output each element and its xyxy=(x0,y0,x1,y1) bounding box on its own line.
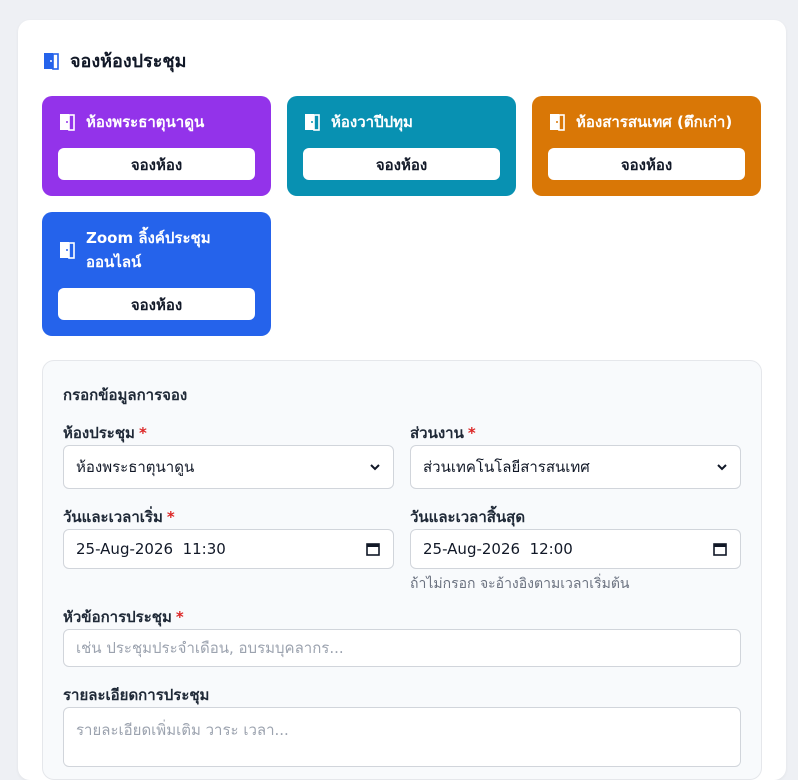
book-room-button[interactable]: จองห้อง xyxy=(548,148,745,180)
room-name: ห้องสารสนเทศ (ตึกเก่า) xyxy=(576,113,733,131)
book-room-button[interactable]: จองห้อง xyxy=(58,288,255,320)
room-name: ห้องวาปีปทุม xyxy=(331,113,413,131)
end-datetime-hint: ถ้าไม่กรอก จะอ้างอิงตามเวลาเริ่มต้น xyxy=(410,576,630,592)
booking-form: กรอกข้อมูลการจอง ห้องประชุม * ห้องพระธาตุ… xyxy=(42,360,762,780)
start-datetime-input[interactable]: 25-Aug-2026 11:30 xyxy=(63,529,394,569)
start-datetime-label: วันและเวลาเริ่ม * xyxy=(63,508,175,526)
door-icon xyxy=(60,114,75,131)
page-title-text: จองห้องประชุม xyxy=(70,51,187,72)
room-name-line1: Zoom ลิ้งค์ประชุม xyxy=(86,229,211,247)
topic-label: หัวข้อการประชุม * xyxy=(63,608,184,626)
door-icon xyxy=(550,114,565,131)
book-room-button[interactable]: จองห้อง xyxy=(303,148,500,180)
topic-input[interactable]: เช่น ประชุมประจำเดือน, อบรมบุคลากร... xyxy=(63,629,741,667)
details-textarea[interactable]: รายละเอียดเพิ่มเติม วาระ เวลา... xyxy=(63,707,741,767)
room-name: ห้องพระธาตุนาดูน xyxy=(86,113,205,131)
form-title: กรอกข้อมูลการจอง xyxy=(63,386,188,404)
department-label: ส่วนงาน * xyxy=(410,424,476,442)
room-select[interactable]: ห้องพระธาตุนาดูน xyxy=(63,445,394,489)
details-label: รายละเอียดการประชุม xyxy=(63,686,210,704)
room-card-wapi-pathum: ห้องวาปีปทุม จองห้อง xyxy=(287,96,516,196)
end-datetime-label: วันและเวลาสิ้นสุด xyxy=(410,508,526,526)
room-card-zoom-online: Zoom ลิ้งค์ประชุม ออนไลน์ จองห้อง xyxy=(42,212,271,336)
door-icon xyxy=(44,52,59,70)
booking-card: จองห้องประชุม ห้องพระธาตุนาดูน จองห้อง ห… xyxy=(18,20,786,780)
calendar-icon[interactable] xyxy=(712,541,728,557)
book-room-button[interactable]: จองห้อง xyxy=(58,148,255,180)
chevron-down-icon xyxy=(370,464,380,471)
end-datetime-input[interactable]: 25-Aug-2026 12:00 xyxy=(410,529,741,569)
calendar-icon[interactable] xyxy=(365,541,381,557)
room-card-phrathat-nadun: ห้องพระธาตุนาดูน จองห้อง xyxy=(42,96,271,196)
department-select[interactable]: ส่วนเทคโนโลยีสารสนเทศ xyxy=(410,445,741,489)
room-label: ห้องประชุม * xyxy=(63,424,147,442)
door-icon xyxy=(60,242,75,259)
door-icon xyxy=(305,114,320,131)
room-card-it-old-building: ห้องสารสนเทศ (ตึกเก่า) จองห้อง xyxy=(532,96,761,196)
page-title: จองห้องประชุม xyxy=(42,46,186,75)
room-name-line2: ออนไลน์ xyxy=(86,253,142,271)
chevron-down-icon xyxy=(717,464,727,471)
room-name: Zoom ลิ้งค์ประชุม ออนไลน์ xyxy=(86,226,211,274)
